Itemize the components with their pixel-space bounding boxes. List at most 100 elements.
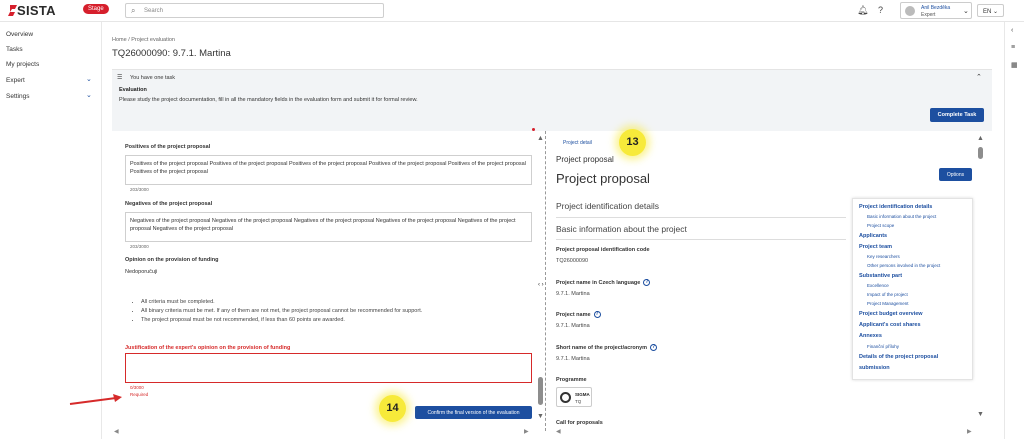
sidebar-item-expert[interactable]: Expert [6,77,25,84]
user-name: Anil Bezděka [921,5,951,11]
left-pane-scrollbar[interactable]: ▲ ▼ [537,135,544,425]
task-panel: ☰ You have one task ⌃ Evaluation Please … [112,69,992,131]
field-label-text: Project name [556,311,591,318]
toc-subitem[interactable]: Other persons involved in the project [867,263,940,268]
detail-subtitle: Project proposal [556,155,614,164]
user-role: Expert [921,12,936,18]
language-select[interactable]: EN ⌄ [977,4,1004,17]
toc-subitem[interactable]: Project Management [867,301,909,306]
toc-subitem[interactable]: Excellence [867,283,889,288]
scroll-up-icon[interactable]: ▲ [537,135,544,142]
toc-subitem[interactable]: Key researchers [867,254,900,259]
negatives-counter: 203/3000 [130,244,149,249]
evaluation-form: Positives of the project proposal Positi… [112,131,545,431]
page-title: TQ26000090: 9.7.1. Martina [112,48,231,59]
section-heading: Project identification details [556,201,660,211]
field-value: 9.7.1. Martina [556,356,590,362]
task-list-icon: ☰ [117,75,123,81]
top-bar: SISTA Stage ⌕ Search 🔔︎ ? Anil Bezděka E… [0,0,1024,22]
right-pane-scrollbar[interactable]: ▲ ▼ [976,135,985,425]
section-divider [556,239,846,240]
split-resize-icon[interactable]: ‹ › [538,282,544,288]
search-placeholder: Search [144,8,164,14]
toc-item[interactable]: Details of the project proposal [859,354,938,360]
negatives-textarea[interactable]: Negatives of the project proposal Negati… [125,212,532,242]
criteria-rules: All criteria must be completed. All bina… [132,298,422,325]
field-label: Short name of the project/acronym? [556,344,658,351]
app-logo[interactable]: SISTA [17,3,56,18]
scroll-right-icon[interactable]: ▶ [524,428,529,435]
annotation-arrow-icon [69,394,122,405]
scroll-left-icon[interactable]: ◀ [114,428,119,435]
field-label: Project name? [556,311,601,318]
project-detail-link[interactable]: Project detail [563,140,592,146]
toc-item[interactable]: submission [859,365,890,371]
programme-code: TQ [575,399,582,404]
field-value: TQ26000090 [556,258,589,264]
scroll-right-icon[interactable]: ▶ [967,428,972,435]
toc-item[interactable]: Substantive part [859,273,902,279]
user-menu[interactable]: Anil Bezděka Expert ⌄ [900,2,972,19]
chevron-down-icon[interactable]: ⌄ [86,75,92,83]
field-label: Project proposal identification code [556,247,650,253]
help-circle-icon[interactable]: ? [650,344,658,351]
avatar [905,6,915,16]
sidebar-item-tasks[interactable]: Tasks [6,46,23,53]
scroll-down-icon[interactable]: ▼ [977,411,984,418]
chevron-left-icon[interactable]: ‹ [1011,27,1013,34]
toc-item[interactable]: Applicant's cost shares [859,322,921,328]
toc-subitem[interactable]: Basic information about the project [867,214,936,219]
stage-badge: Stage [83,4,109,14]
split-divider[interactable] [545,131,546,431]
field-label: Project name in Czech language? [556,279,651,286]
breadcrumb[interactable]: Home / Project evaluation [112,37,175,43]
positives-label: Positives of the project proposal [125,144,211,150]
rule-item: All criteria must be completed. [141,298,422,307]
toc-item[interactable]: Annexes [859,333,882,339]
field-label-text: Project name in Czech language [556,279,641,286]
positives-textarea[interactable]: Positives of the project proposal Positi… [125,155,532,185]
options-button[interactable]: Options [939,168,972,181]
toc-item[interactable]: Project budget overview [859,311,923,317]
justification-label: Justification of the expert's opinion on… [125,345,291,351]
list-edit-icon[interactable]: ≡ [1011,44,1015,51]
chevron-down-icon[interactable]: ⌄ [86,91,92,99]
toc-item[interactable]: Applicants [859,233,887,239]
sidebar: Overview Tasks My projects Expert ⌄ Sett… [0,22,102,439]
toc-item[interactable]: Project identification details [859,204,932,210]
scroll-thumb[interactable] [978,147,983,159]
negatives-label: Negatives of the project proposal [125,201,213,207]
scroll-up-icon[interactable]: ▲ [977,135,984,142]
help-icon[interactable]: ? [878,5,883,15]
chevron-up-icon[interactable]: ⌃ [976,73,982,81]
task-summary: You have one task [130,75,176,81]
sidebar-item-overview[interactable]: Overview [6,31,33,38]
calendar-icon[interactable]: ▦ [1011,61,1018,69]
horizontal-scrollbar[interactable]: ◀ ▶ ◀ ▶ [112,428,992,435]
section-heading: Basic information about the project [556,224,687,234]
section-divider [556,217,846,218]
toc-subitem[interactable]: Finanční přílohy [867,344,899,349]
search-input[interactable]: ⌕ Search [125,3,384,18]
field-label-text: Short name of the project/acronym [556,344,648,351]
complete-task-button[interactable]: Complete Task [930,108,984,122]
field-value: 9.7.1. Martina [556,323,590,329]
help-circle-icon[interactable]: ? [593,311,601,318]
sidebar-item-settings[interactable]: Settings [6,93,30,100]
chevron-down-icon: ⌄ [963,8,969,15]
justification-textarea[interactable] [125,353,532,383]
scroll-left-icon[interactable]: ◀ [556,428,561,435]
toc-subitem[interactable]: Impact of the project [867,292,908,297]
bell-icon[interactable]: 🔔︎ [857,5,868,16]
toc-subitem[interactable]: Project scope [867,223,894,228]
programme-card: SIGMA TQ [556,387,592,407]
step-badge-13: 13 [619,129,646,156]
opinion-value[interactable]: Nedoporučuji [125,269,157,275]
scroll-thumb[interactable] [538,377,543,405]
toc-item[interactable]: Project team [859,244,892,250]
scroll-down-icon[interactable]: ▼ [537,413,544,420]
help-circle-icon[interactable]: ? [643,279,651,286]
confirm-final-evaluation-button[interactable]: Confirm the final version of the evaluat… [415,406,532,419]
detail-title: Project proposal [556,171,650,186]
sidebar-item-my-projects[interactable]: My projects [6,61,39,68]
